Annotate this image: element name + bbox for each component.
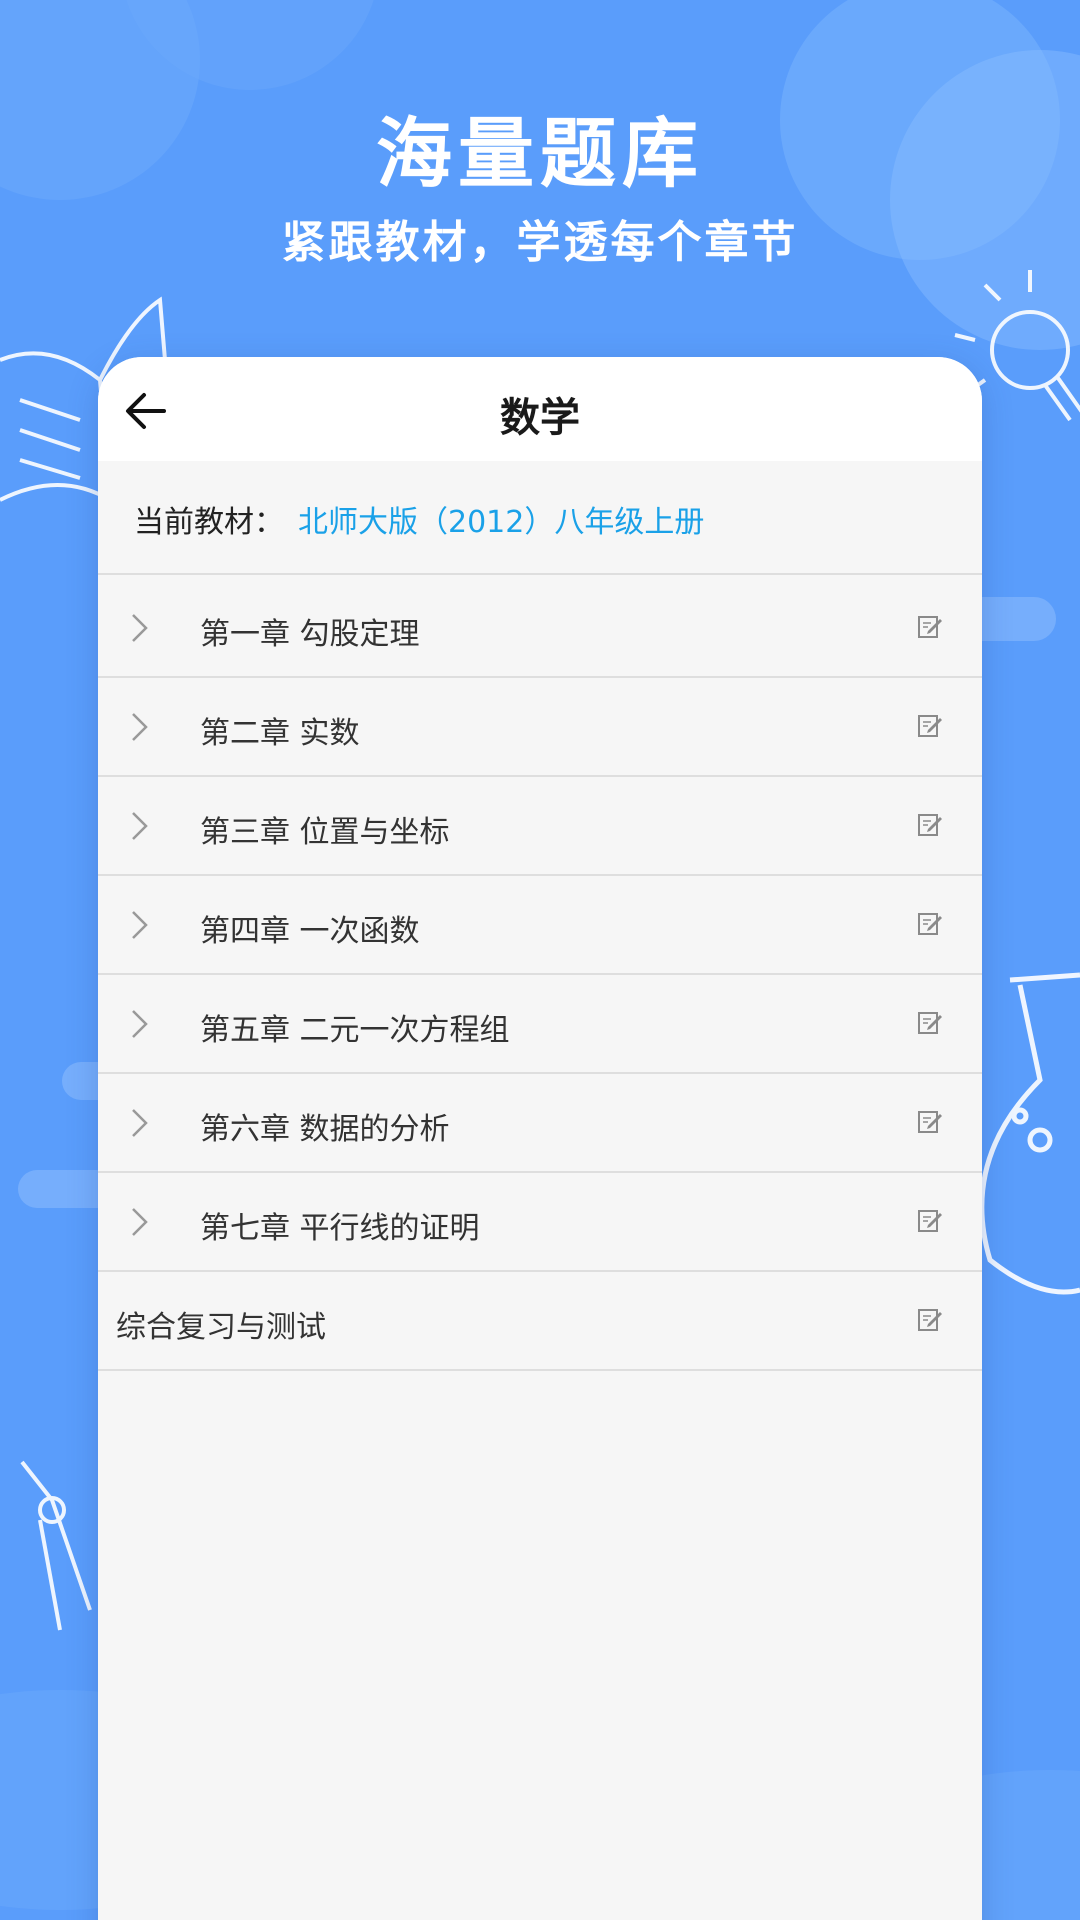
- chevron-right-icon[interactable]: [128, 611, 152, 645]
- review-row[interactable]: 综合复习与测试: [98, 1272, 982, 1371]
- nav-bar: 数学: [98, 357, 982, 461]
- chapter-row[interactable]: 第七章 平行线的证明: [98, 1173, 982, 1272]
- chapter-row[interactable]: 第三章 位置与坐标: [98, 777, 982, 876]
- edit-icon[interactable]: [916, 811, 944, 839]
- edit-icon[interactable]: [916, 1009, 944, 1037]
- edit-icon[interactable]: [916, 1207, 944, 1235]
- promo-subtitle: 紧跟教材，学透每个章节: [281, 217, 799, 268]
- edit-icon[interactable]: [916, 613, 944, 641]
- current-textbook-label: 当前教材：: [134, 505, 284, 540]
- edit-icon[interactable]: [916, 1108, 944, 1136]
- chapter-label: 第七章 平行线的证明: [200, 1211, 480, 1246]
- current-textbook-row[interactable]: 当前教材： 北师大版（2012）八年级上册: [98, 461, 982, 575]
- chapter-row[interactable]: 第二章 实数: [98, 678, 982, 777]
- compass-doodle-icon: [20, 1460, 92, 1631]
- chapter-row[interactable]: 第一章 勾股定理: [98, 579, 982, 678]
- chapter-label: 第五章 二元一次方程组: [200, 1013, 510, 1048]
- review-label: 综合复习与测试: [116, 1310, 326, 1345]
- edit-icon[interactable]: [916, 910, 944, 938]
- edit-icon[interactable]: [916, 1306, 944, 1334]
- chapter-label: 第四章 一次函数: [200, 914, 420, 949]
- chapter-row[interactable]: 第六章 数据的分析: [98, 1074, 982, 1173]
- flask-doodle-icon: [979, 972, 1080, 1295]
- chevron-right-icon[interactable]: [128, 809, 152, 843]
- app-screen-card: 数学 当前教材： 北师大版（2012）八年级上册 第一章 勾股定理 第二章 实数…: [98, 357, 982, 1920]
- chapter-row[interactable]: 第五章 二元一次方程组: [98, 975, 982, 1074]
- chapter-label: 第一章 勾股定理: [200, 617, 420, 652]
- chevron-right-icon[interactable]: [128, 710, 152, 744]
- chevron-right-icon[interactable]: [128, 1205, 152, 1239]
- chapter-label: 第三章 位置与坐标: [200, 815, 450, 850]
- chevron-right-icon[interactable]: [128, 1007, 152, 1041]
- page-title: 数学: [500, 395, 580, 441]
- chapter-label: 第六章 数据的分析: [200, 1112, 450, 1147]
- chapter-list: 第一章 勾股定理 第二章 实数 第三章 位置与坐标 第四章 一次函数 第五章 二: [98, 579, 982, 1371]
- promo-screen: 海量题库 紧跟教材，学透每个章节 数学 当前教材： 北师大版（2012）八年级上…: [0, 0, 1080, 1920]
- current-textbook-value[interactable]: 北师大版（2012）八年级上册: [298, 497, 704, 541]
- chapter-row[interactable]: 第四章 一次函数: [98, 876, 982, 975]
- chevron-right-icon[interactable]: [128, 908, 152, 942]
- promo-title: 海量题库: [376, 109, 704, 198]
- chevron-right-icon[interactable]: [128, 1106, 152, 1140]
- chapter-label: 第二章 实数: [200, 716, 360, 751]
- edit-icon[interactable]: [916, 712, 944, 740]
